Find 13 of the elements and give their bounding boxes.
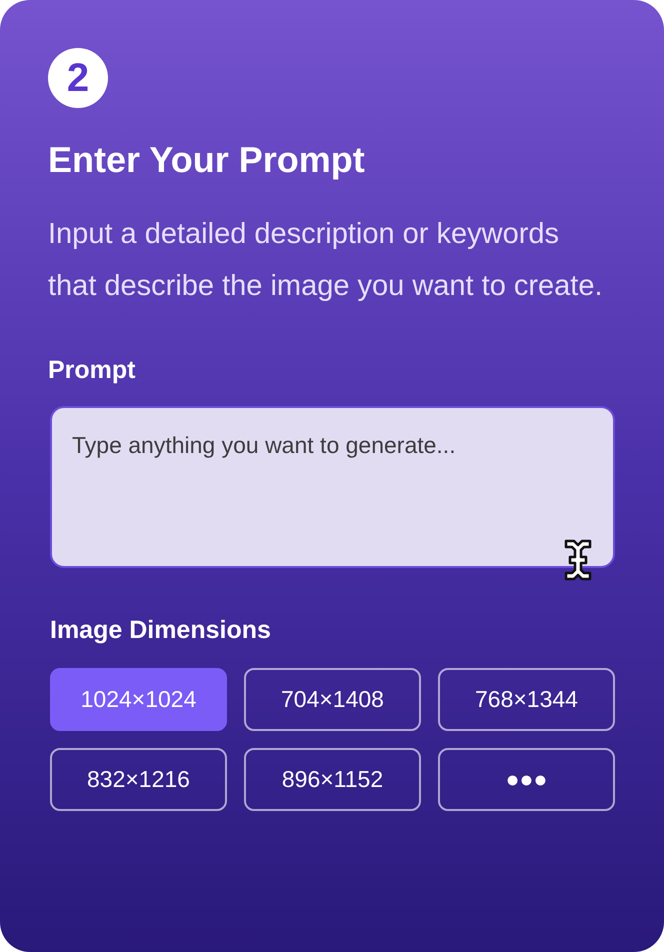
title: Enter Your Prompt — [48, 138, 366, 182]
dimension-option[interactable]: 768×1344 — [438, 668, 615, 731]
step-number: 2 — [48, 48, 108, 108]
dimension-option[interactable]: 704×1408 — [244, 668, 421, 731]
section-label: Image Dimensions — [50, 615, 272, 646]
prompt-field[interactable]: Type anything you want to generate... — [50, 406, 615, 568]
field-label: Prompt — [48, 355, 136, 386]
dimension-option[interactable]: 1024×1024 — [50, 668, 227, 731]
description: Input a detailed description or keywords that describe the image you want to create. — [48, 217, 604, 304]
dimension-option[interactable]: 896×1152 — [244, 748, 421, 811]
dimension-option[interactable]: 832×1216 — [50, 748, 227, 811]
dimension-option[interactable]: ●●● — [438, 748, 615, 811]
text-cursor-icon — [562, 538, 594, 582]
